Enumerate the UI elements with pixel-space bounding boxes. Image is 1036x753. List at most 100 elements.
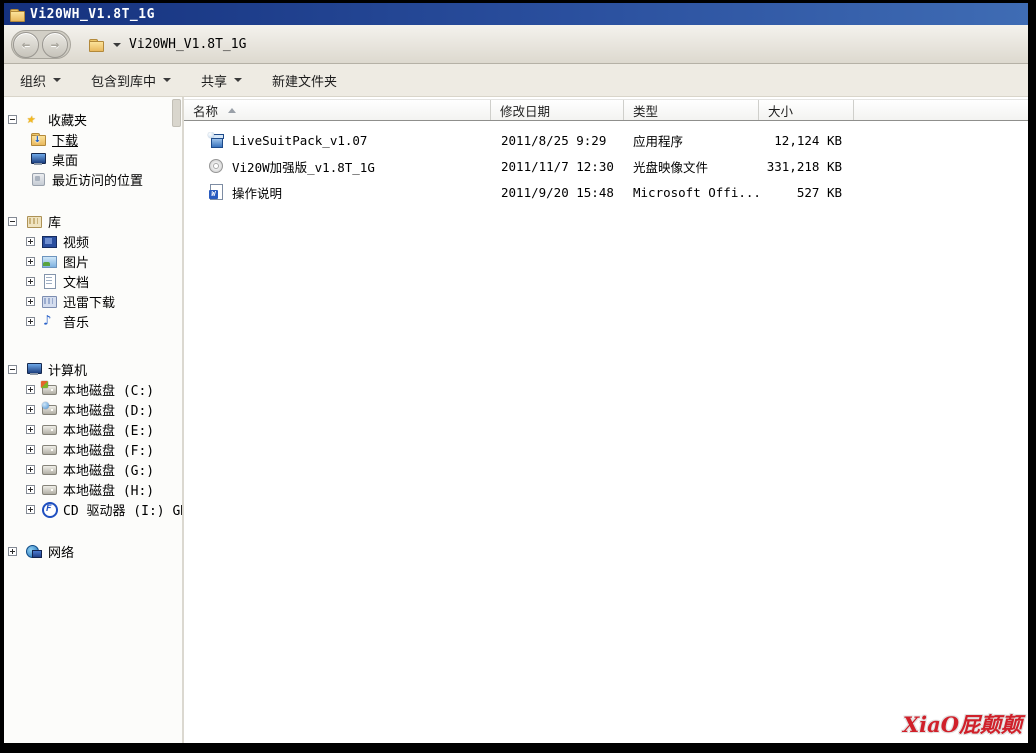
drive-badge-icon bbox=[42, 402, 49, 409]
file-date-modified: 2011/8/25 9:29 bbox=[491, 133, 624, 148]
drive-e-label: 本地磁盘 (E:) bbox=[63, 420, 154, 439]
navigation-pane: 收藏夹 下载 桌面 最近访问的位置 库 bbox=[4, 97, 182, 743]
sidebar-item-drive-d[interactable]: 本地磁盘 (D:) bbox=[4, 399, 182, 419]
include-in-library-label: 包含到库中 bbox=[91, 71, 156, 90]
sidebar-scrollbar-thumb[interactable] bbox=[172, 99, 181, 127]
collapse-expander-icon[interactable] bbox=[8, 115, 17, 124]
videos-icon bbox=[41, 233, 57, 249]
desktop-icon bbox=[30, 151, 46, 167]
sidebar-item-drive-h[interactable]: 本地磁盘 (H:) bbox=[4, 479, 182, 499]
title-bar[interactable]: Vi20WH_V1.8T_1G bbox=[4, 3, 1028, 25]
back-button[interactable] bbox=[13, 32, 39, 58]
local-disk-e-icon bbox=[41, 421, 57, 437]
music-label: 音乐 bbox=[63, 312, 89, 331]
column-header-size[interactable]: 大小 bbox=[759, 100, 854, 120]
content-area: 收藏夹 下载 桌面 最近访问的位置 库 bbox=[4, 97, 1028, 743]
drive-g-label: 本地磁盘 (G:) bbox=[63, 460, 154, 479]
sphere-badge-icon bbox=[208, 132, 214, 138]
cd-drive-icon bbox=[41, 501, 57, 517]
sidebar-item-documents[interactable]: 文档 bbox=[4, 271, 182, 291]
expand-expander-icon[interactable] bbox=[26, 445, 35, 454]
sidebar-item-downloads[interactable]: 下载 bbox=[4, 129, 182, 149]
sidebar-item-drive-f[interactable]: 本地磁盘 (F:) bbox=[4, 439, 182, 459]
watermark-text: XiaO屁颠颠 bbox=[903, 709, 1022, 739]
sidebar-item-desktop[interactable]: 桌面 bbox=[4, 149, 182, 169]
sidebar-item-drive-g[interactable]: 本地磁盘 (G:) bbox=[4, 459, 182, 479]
file-row-instructions[interactable]: 操作说明 2011/9/20 15:48 Microsoft Offi... 5… bbox=[184, 179, 1028, 205]
file-type: 光盘映像文件 bbox=[624, 157, 759, 176]
disc-image-icon bbox=[208, 158, 224, 174]
local-disk-g-icon bbox=[41, 461, 57, 477]
sidebar-item-drive-c[interactable]: 本地磁盘 (C:) bbox=[4, 379, 182, 399]
sidebar-item-videos[interactable]: 视频 bbox=[4, 231, 182, 251]
new-folder-button[interactable]: 新建文件夹 bbox=[272, 71, 337, 90]
collapse-expander-icon[interactable] bbox=[8, 365, 17, 374]
sidebar-item-cd-drive-i[interactable]: CD 驱动器 (I:) GDE bbox=[4, 499, 182, 519]
sidebar-item-music[interactable]: 音乐 bbox=[4, 311, 182, 331]
expand-expander-icon[interactable] bbox=[8, 547, 17, 556]
sort-ascending-icon bbox=[228, 108, 236, 113]
organize-button[interactable]: 组织 bbox=[20, 71, 61, 90]
expand-expander-icon[interactable] bbox=[26, 257, 35, 266]
expand-expander-icon[interactable] bbox=[26, 297, 35, 306]
share-label: 共享 bbox=[201, 71, 227, 90]
address-path[interactable]: Vi20WH_V1.8T_1G bbox=[129, 37, 246, 52]
thunder-downloads-icon bbox=[41, 293, 57, 309]
share-button[interactable]: 共享 bbox=[201, 71, 242, 90]
sidebar-item-recent-places[interactable]: 最近访问的位置 bbox=[4, 169, 182, 189]
sidebar-item-computer[interactable]: 计算机 bbox=[4, 359, 182, 379]
name-column-label: 名称 bbox=[193, 101, 218, 120]
downloads-folder-icon bbox=[30, 131, 46, 147]
forward-button[interactable] bbox=[42, 32, 68, 58]
expand-expander-icon[interactable] bbox=[26, 505, 35, 514]
column-header-filler bbox=[854, 100, 1028, 120]
navigation-bar: Vi20WH_V1.8T_1G bbox=[4, 25, 1028, 64]
expand-expander-icon[interactable] bbox=[26, 425, 35, 434]
file-list-pane: 名称 修改日期 类型 大小 bbox=[184, 97, 1028, 743]
file-row-vi20w-image[interactable]: Vi20W加强版_v1.8T_1G 2011/11/7 12:30 光盘映像文件… bbox=[184, 153, 1028, 179]
column-header-date-modified[interactable]: 修改日期 bbox=[491, 100, 624, 120]
screenshot-frame: Vi20WH_V1.8T_1G Vi20WH_V1.8T_1G 组织 包含到库中 bbox=[0, 0, 1036, 753]
expand-expander-icon[interactable] bbox=[26, 485, 35, 494]
sidebar-item-thunder-downloads[interactable]: 迅雷下载 bbox=[4, 291, 182, 311]
network-icon bbox=[26, 543, 42, 559]
sidebar-item-pictures[interactable]: 图片 bbox=[4, 251, 182, 271]
column-header-row: 名称 修改日期 类型 大小 bbox=[184, 99, 1028, 121]
expand-expander-icon[interactable] bbox=[26, 465, 35, 474]
expand-expander-icon[interactable] bbox=[26, 277, 35, 286]
expand-expander-icon[interactable] bbox=[26, 237, 35, 246]
file-rows: LiveSuitPack_v1.07 2011/8/25 9:29 应用程序 1… bbox=[184, 127, 1028, 205]
expand-expander-icon[interactable] bbox=[26, 405, 35, 414]
column-header-name[interactable]: 名称 bbox=[184, 100, 491, 120]
libraries-icon bbox=[26, 213, 42, 229]
column-header-type[interactable]: 类型 bbox=[624, 100, 759, 120]
sidebar-item-favorites[interactable]: 收藏夹 bbox=[4, 109, 182, 129]
address-dropdown-icon[interactable] bbox=[113, 43, 121, 47]
expand-expander-icon[interactable] bbox=[26, 317, 35, 326]
file-date-modified: 2011/9/20 15:48 bbox=[491, 185, 624, 200]
file-row-livesuitpack[interactable]: LiveSuitPack_v1.07 2011/8/25 9:29 应用程序 1… bbox=[184, 127, 1028, 153]
organize-label: 组织 bbox=[20, 71, 46, 90]
nav-button-group bbox=[11, 30, 71, 59]
sidebar-item-drive-e[interactable]: 本地磁盘 (E:) bbox=[4, 419, 182, 439]
file-date-modified: 2011/11/7 12:30 bbox=[491, 159, 624, 174]
type-column-label: 类型 bbox=[633, 101, 658, 120]
downloads-label: 下载 bbox=[52, 130, 78, 149]
address-bar[interactable]: Vi20WH_V1.8T_1G bbox=[88, 31, 246, 58]
include-in-library-button[interactable]: 包含到库中 bbox=[91, 71, 171, 90]
file-size: 527 KB bbox=[759, 185, 854, 200]
new-folder-label: 新建文件夹 bbox=[272, 71, 337, 90]
file-name: Vi20W加强版_v1.8T_1G bbox=[232, 157, 375, 176]
collapse-expander-icon[interactable] bbox=[8, 217, 17, 226]
window-folder-icon bbox=[9, 7, 24, 22]
file-type: Microsoft Offi... bbox=[624, 185, 759, 200]
explorer-window: Vi20WH_V1.8T_1G Vi20WH_V1.8T_1G 组织 包含到库中 bbox=[4, 3, 1028, 743]
installer-box-icon bbox=[208, 132, 224, 148]
favorites-star-icon bbox=[26, 111, 42, 127]
sidebar-item-network[interactable]: 网络 bbox=[4, 541, 182, 561]
drive-f-label: 本地磁盘 (F:) bbox=[63, 440, 154, 459]
local-disk-c-icon bbox=[41, 381, 57, 397]
sidebar-item-libraries[interactable]: 库 bbox=[4, 211, 182, 231]
recent-places-icon bbox=[30, 171, 46, 187]
expand-expander-icon[interactable] bbox=[26, 385, 35, 394]
